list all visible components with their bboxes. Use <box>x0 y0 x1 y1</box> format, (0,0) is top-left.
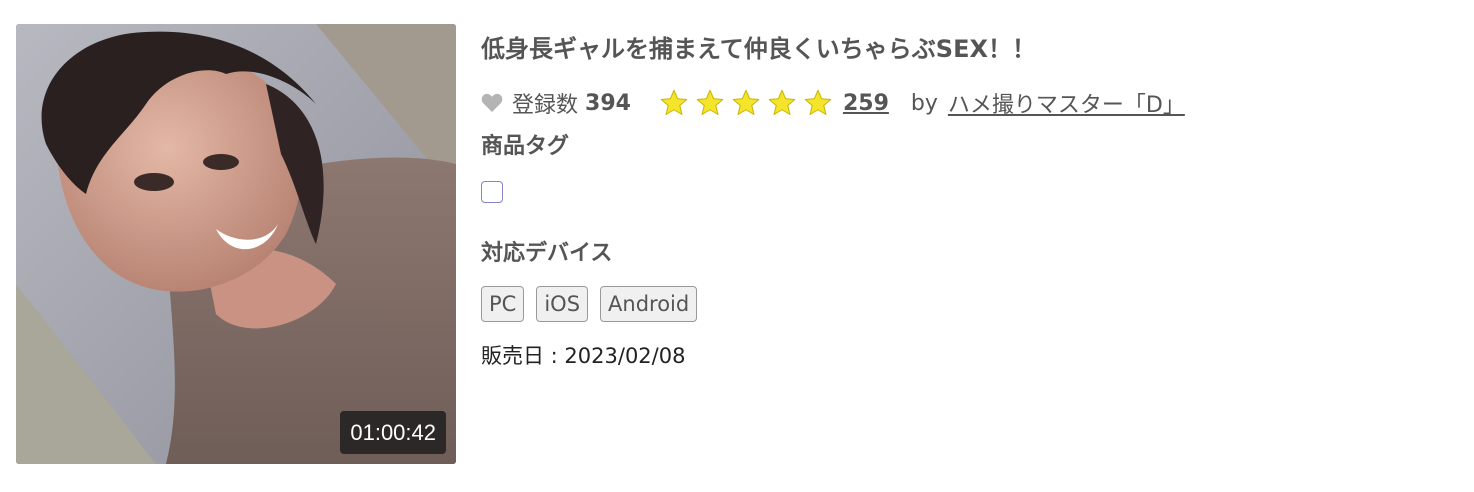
review-count-link[interactable]: 259 <box>843 91 889 116</box>
device-badge-pc: PC <box>481 286 525 322</box>
favorites-count: 394 <box>585 90 631 116</box>
star-icon <box>731 88 761 118</box>
video-duration-badge: 01:00:42 <box>340 411 446 454</box>
device-list: PC iOS Android <box>481 286 709 322</box>
devices-heading: 対応デバイス <box>481 241 613 266</box>
product-thumbnail[interactable]: 01:00:42 <box>16 24 456 464</box>
device-badge-ios: iOS <box>536 286 589 322</box>
product-title[interactable]: 低身長ギャルを捕まえて仲良くいちゃらぶSEX！！ <box>481 33 1036 65</box>
heart-icon[interactable] <box>481 93 503 113</box>
rating-stars <box>659 88 839 118</box>
seller-prefix: by <box>910 90 938 116</box>
device-badge-android: Android <box>600 286 698 322</box>
star-icon <box>659 88 689 118</box>
favorites-label: 登録数 <box>512 93 579 118</box>
thumbnail-image <box>16 24 456 464</box>
release-date: 販売日 : 2023/02/08 <box>481 344 686 368</box>
tags-heading: 商品タグ <box>481 134 570 159</box>
star-icon <box>803 88 833 118</box>
star-icon <box>767 88 797 118</box>
star-icon <box>695 88 725 118</box>
seller-link[interactable]: ハメ撮りマスター「D」 <box>948 87 1185 119</box>
tag-checkbox[interactable] <box>481 181 503 203</box>
product-meta-row: 登録数 394 259 by ハメ撮りマスター「D」 <box>481 88 1185 118</box>
